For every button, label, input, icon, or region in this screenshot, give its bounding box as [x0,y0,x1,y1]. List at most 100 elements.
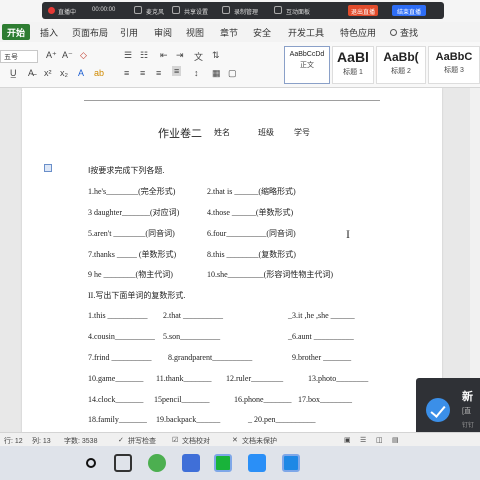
strikethrough-icon[interactable]: A̶ [28,68,34,78]
live-status: 直播中 [58,10,77,16]
shrink-font-icon[interactable]: A⁻ [62,50,73,61]
wechat-icon[interactable] [214,454,232,472]
grow-font-icon[interactable]: A⁺ [46,50,57,61]
paragraph-marker-icon[interactable] [44,164,52,172]
share-icon[interactable] [172,6,180,14]
subscript-icon[interactable]: x₂ [60,68,68,78]
style-gallery: AaBbCcDd 正文 AaBl 标题 1 AaBb( 标题 2 AaBbC 标… [284,46,480,84]
q-item: _ 20.pen__________ [248,415,316,424]
style-normal[interactable]: AaBbCcDd 正文 [284,46,330,84]
doc-protect-status[interactable]: 文档未保护 [242,436,277,446]
find-button[interactable]: 查找 [400,26,418,39]
notification-source: 钉钉 [462,423,475,429]
shading-icon[interactable]: ▦ [212,68,221,79]
q-item: 19.backpack______ [156,415,221,424]
id-label: 学号 [294,128,310,137]
tab-features[interactable]: 特色应用 [340,26,376,39]
notification-title: 新 [462,391,473,403]
bullet-list-icon[interactable]: ☰ [124,50,132,61]
search-icon[interactable] [390,29,397,36]
interact-icon[interactable] [274,6,282,14]
highlight-icon[interactable]: ab [94,68,104,78]
q-item: 3 daughter_______(对应词) [88,208,180,217]
live-item-record[interactable]: 录制管理 [234,7,258,16]
class-label: 班级 [258,128,274,137]
ribbon-tabs: 开始 插入 页面布局 引用 审阅 视图 章节 安全 开发工具 特色应用 查找 [0,22,480,42]
tab-insert[interactable]: 插入 [40,26,58,39]
q-item: 15pencil_______ [154,395,210,404]
tab-reference[interactable]: 引用 [120,26,138,39]
record-icon[interactable] [222,6,230,14]
live-time: 00:00:00 [92,7,116,13]
font-size-select[interactable]: 五号 [0,50,38,63]
end-live-button[interactable]: 结束直播 [392,5,427,16]
status-words[interactable]: 字数: 3538 [64,436,97,446]
tab-section[interactable]: 章节 [220,26,238,39]
browser-icon[interactable] [148,454,166,472]
style-heading2[interactable]: AaBb( 标题 2 [376,46,426,84]
tab-layout[interactable]: 页面布局 [72,26,108,39]
q-item: _6.aunt __________ [288,332,354,341]
notification-line: [直 [462,408,471,415]
web-view-icon[interactable]: ◫ [376,436,383,444]
style-name: 标题 1 [343,69,363,76]
numbered-list-icon[interactable]: ☷ [140,50,148,61]
view-mode-icon[interactable]: ▣ [344,436,351,444]
dingtalk-icon[interactable] [248,454,266,472]
status-col: 列: 13 [32,438,51,445]
doc-check-icon[interactable]: ☑ [172,436,178,444]
notification-popup[interactable]: 新 [直 钉钉 [416,378,480,440]
q-item: 6.four__________(同音词) [207,229,296,238]
task-view-icon[interactable] [114,454,132,472]
underline-icon[interactable]: U̲ [10,68,17,78]
clear-format-icon[interactable]: ◇ [80,50,87,61]
sort-icon[interactable]: ⇅ [212,50,220,61]
tab-developer[interactable]: 开发工具 [288,26,324,39]
wps-icon[interactable] [182,454,200,472]
outline-view-icon[interactable]: ☰ [360,436,366,444]
style-heading1[interactable]: AaBl 标题 1 [332,46,374,84]
font-color-icon[interactable]: A [78,68,84,78]
align-right-icon[interactable]: ≡ [156,68,161,78]
document-page[interactable]: 作业卷二 姓名 班级 学号 Ⅰ按要求完成下列各题. 1.he's________… [22,88,442,432]
q-item: 17.box________ [298,395,352,404]
start-button-icon[interactable] [86,458,96,468]
protect-icon[interactable]: ✕ [232,436,238,444]
section1-heading: Ⅰ按要求完成下列各题. [88,166,165,175]
record-dot-icon [48,7,55,14]
tab-view[interactable]: 视图 [186,26,204,39]
live-app-icon[interactable] [282,454,300,472]
mic-icon[interactable] [134,6,142,14]
style-preview: AaBl [337,49,369,65]
tab-review[interactable]: 审阅 [154,26,172,39]
status-bar: 行: 12 列: 13 字数: 3538 ✓ 拼写检查 ☑ 文档校对 ✕ 文档未… [0,432,480,446]
style-heading3[interactable]: AaBbC 标题 3 [428,46,480,84]
align-left-icon[interactable]: ≡ [124,68,129,78]
chinese-layout-icon[interactable]: 文 [194,50,203,63]
align-center-icon[interactable]: ≡ [140,68,145,78]
live-item-share[interactable]: 共享设置 [184,7,208,16]
live-item-interact[interactable]: 互动面板 [286,7,310,16]
exit-live-button[interactable]: 退出直播 [348,5,379,16]
tab-security[interactable]: 安全 [253,26,271,39]
justify-icon[interactable]: ≡ [172,66,182,76]
line-spacing-icon[interactable]: ↕ [194,68,199,78]
spellcheck-button[interactable]: 拼写检查 [128,436,156,446]
q-item: 2.that is ______(缩略形式) [207,187,296,196]
q-item: 11.thank_______ [156,374,212,383]
q-item: 4.those ______(单数形式) [207,208,294,217]
status-row: 行: 12 [4,438,23,445]
style-preview: AaBb( [383,50,419,64]
tab-start[interactable]: 开始 [2,24,31,40]
q-item: 7.frind __________ [88,353,152,362]
outdent-icon[interactable]: ⇥ [176,50,184,61]
spellcheck-icon[interactable]: ✓ [118,436,124,444]
doc-check-button[interactable]: 文档校对 [182,436,210,446]
q-item: 12.ruler________ [226,374,284,383]
border-icon[interactable]: ▢ [228,68,237,79]
superscript-icon[interactable]: x² [44,68,52,78]
live-item-mic[interactable]: 麦克风 [146,7,164,16]
read-view-icon[interactable]: ▤ [392,436,399,444]
q-item: 9 he ________(物主代词) [88,270,173,279]
indent-icon[interactable]: ⇤ [160,50,168,61]
